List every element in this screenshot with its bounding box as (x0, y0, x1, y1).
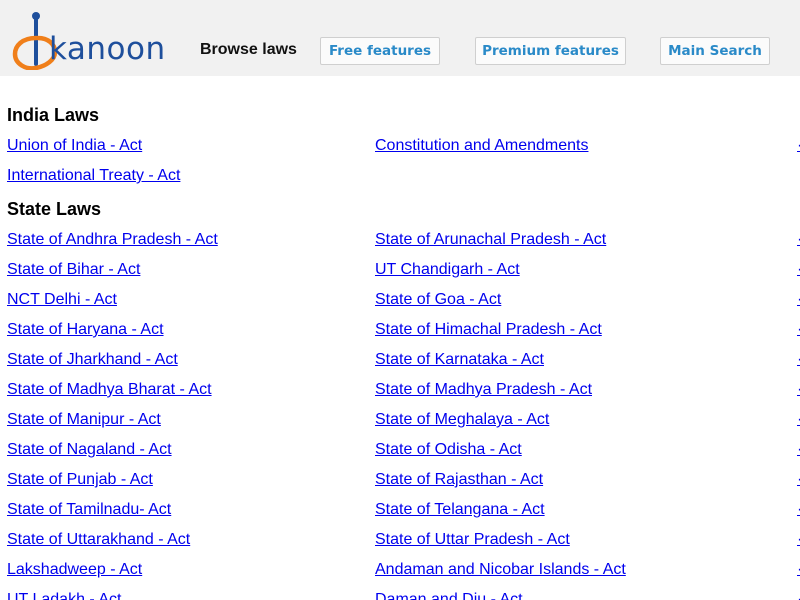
state-law-link[interactable]: UT Chandigarh - Act (375, 260, 520, 280)
state-law-link[interactable]: State of Uttar Pradesh - Act (375, 530, 570, 550)
link-international-treaty-act[interactable]: International Treaty - Act (7, 166, 180, 186)
state-law-link[interactable]: State of Telangana - Act (375, 500, 545, 520)
browse-laws-link[interactable]: Browse laws (200, 41, 297, 59)
state-law-link[interactable]: State of Arunachal Pradesh - Act (375, 230, 606, 250)
logo-wordmark: kanoon (49, 31, 166, 67)
state-law-link[interactable]: Andaman and Nicobar Islands - Act (375, 560, 626, 580)
state-law-link[interactable]: UT Ladakh - Act (7, 590, 121, 600)
state-law-link[interactable]: State of Haryana - Act (7, 320, 164, 340)
state-law-link[interactable]: State of Tamilnadu- Act (7, 500, 171, 520)
state-law-link[interactable]: State of Andhra Pradesh - Act (7, 230, 218, 250)
laws-content: India Laws Union of India - Act Constitu… (0, 76, 800, 600)
state-law-link[interactable]: Lakshadweep - Act (7, 560, 142, 580)
state-law-link[interactable]: State of Punjab - Act (7, 470, 153, 490)
state-law-link[interactable]: State of Madhya Pradesh - Act (375, 380, 592, 400)
link-union-of-india-act[interactable]: Union of India - Act (7, 136, 142, 156)
state-law-link[interactable]: State of Bihar - Act (7, 260, 140, 280)
top-header: kanoon Browse laws Free features Premium… (0, 0, 800, 76)
ikanoon-logo[interactable]: kanoon (12, 8, 172, 70)
main-search-button[interactable]: Main Search (660, 37, 770, 65)
state-law-link[interactable]: State of Uttarakhand - Act (7, 530, 190, 550)
link-constitution-and-amendments[interactable]: Constitution and Amendments (375, 136, 588, 156)
state-law-link[interactable]: NCT Delhi - Act (7, 290, 117, 310)
india-laws-heading: India Laws (7, 105, 100, 125)
state-law-link[interactable]: State of Rajasthan - Act (375, 470, 543, 490)
state-law-link[interactable]: State of Goa - Act (375, 290, 501, 310)
state-law-link[interactable]: State of Jharkhand - Act (7, 350, 178, 370)
state-law-link[interactable]: State of Manipur - Act (7, 410, 161, 430)
state-law-link[interactable]: State of Nagaland - Act (7, 440, 172, 460)
premium-features-button[interactable]: Premium features (475, 37, 626, 65)
state-law-link[interactable]: State of Karnataka - Act (375, 350, 544, 370)
state-law-link[interactable]: State of Odisha - Act (375, 440, 522, 460)
state-law-link[interactable]: Daman and Diu - Act (375, 590, 523, 600)
state-law-link[interactable]: State of Himachal Pradesh - Act (375, 320, 602, 340)
state-law-link[interactable]: State of Meghalaya - Act (375, 410, 549, 430)
free-features-button[interactable]: Free features (320, 37, 440, 65)
state-law-link[interactable]: State of Madhya Bharat - Act (7, 380, 212, 400)
state-laws-heading: State Laws (7, 199, 102, 219)
